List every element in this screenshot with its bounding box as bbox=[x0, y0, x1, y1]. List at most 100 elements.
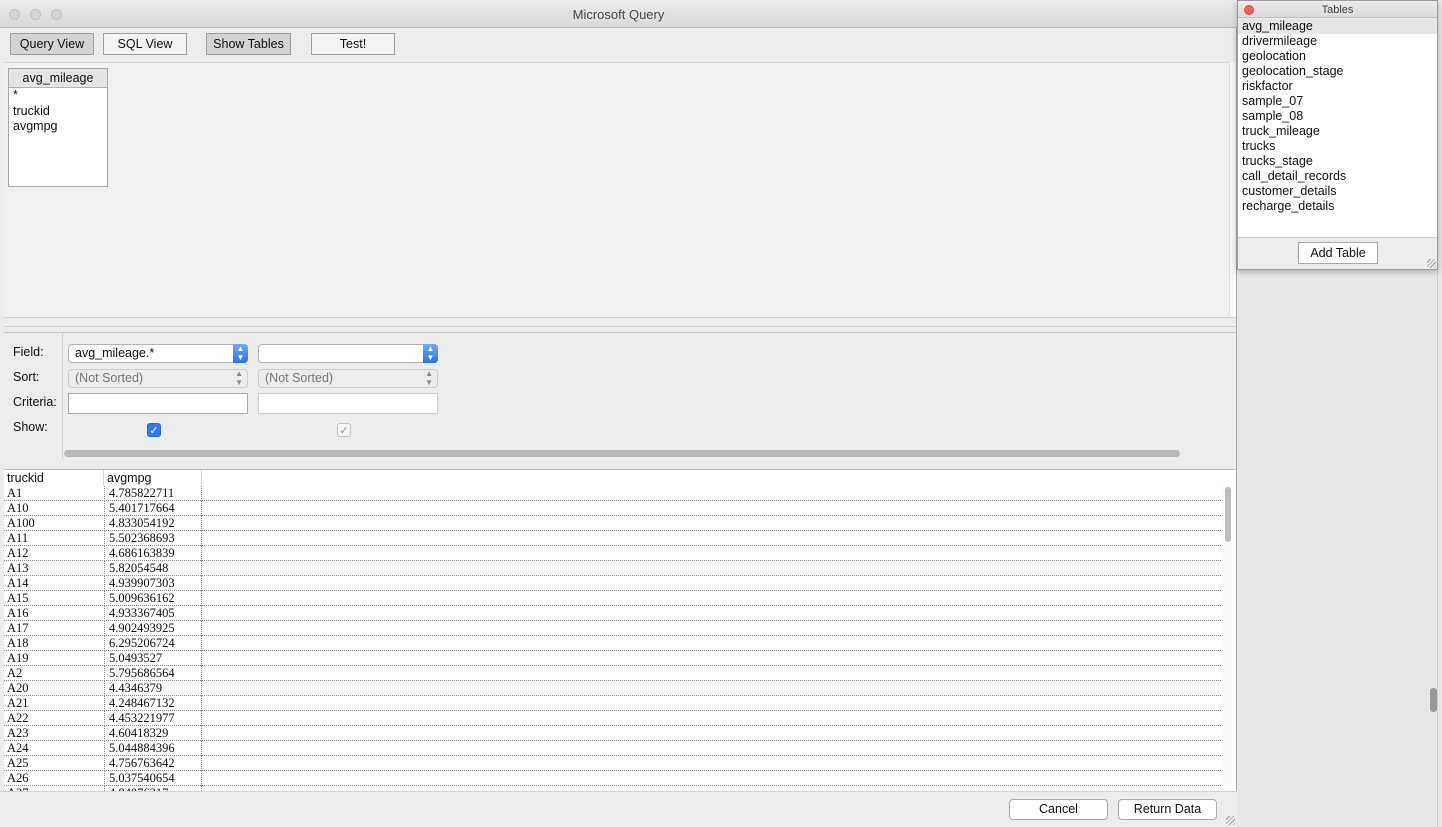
table-row[interactable]: A2 5.795686564 bbox=[4, 666, 1221, 681]
table-row[interactable]: A14 4.939907303 bbox=[4, 576, 1221, 591]
cancel-button[interactable]: Cancel bbox=[1009, 799, 1108, 820]
sort-select-1[interactable]: (Not Sorted) ▲ ▼ bbox=[68, 369, 248, 388]
table-row[interactable]: A26 5.037540654 bbox=[4, 771, 1221, 786]
tables-list-item[interactable]: truck_mileage bbox=[1238, 124, 1437, 139]
resize-grip-icon[interactable] bbox=[1226, 816, 1235, 825]
table-field-avgmpg[interactable]: avgmpg bbox=[13, 119, 57, 134]
show-checkbox-1[interactable]: ✓ bbox=[147, 423, 161, 437]
cell-truckid: A21 bbox=[7, 696, 29, 710]
tables-list-item[interactable]: geolocation_stage bbox=[1238, 64, 1437, 79]
sort-select-2-value: (Not Sorted) bbox=[265, 371, 334, 385]
cell-avgmpg: 6.295206724 bbox=[104, 636, 202, 651]
cell-avgmpg: 4.60418329 bbox=[104, 726, 202, 741]
field-select-2[interactable]: ▲ ▼ bbox=[258, 344, 438, 363]
show-tables-button[interactable]: Show Tables bbox=[206, 33, 291, 55]
table-row[interactable]: A1 4.785822711 bbox=[4, 486, 1221, 501]
tables-panel-title: Tables bbox=[1321, 4, 1354, 16]
column-header-truckid[interactable]: truckid bbox=[4, 470, 104, 485]
cell-avgmpg: 4.248467132 bbox=[104, 696, 202, 711]
table-field-star[interactable]: * bbox=[13, 88, 18, 103]
minimize-window-icon[interactable] bbox=[30, 9, 41, 20]
select-arrows-icon: ▲ ▼ bbox=[425, 369, 433, 387]
field-select-1[interactable]: avg_mileage.* ▲ ▼ bbox=[68, 344, 248, 363]
cell-truckid: A15 bbox=[7, 591, 29, 605]
cell-avgmpg: 5.401717664 bbox=[104, 501, 202, 516]
table-row[interactable]: A16 4.933367405 bbox=[4, 606, 1221, 621]
tables-list: avg_mileage drivermileage geolocation geolo… bbox=[1238, 19, 1437, 238]
query-area-scrollbar[interactable] bbox=[1229, 62, 1236, 317]
cell-truckid: A18 bbox=[7, 636, 29, 650]
table-row[interactable]: A22 4.453221977 bbox=[4, 711, 1221, 726]
tables-list-item[interactable]: sample_08 bbox=[1238, 109, 1437, 124]
add-table-button[interactable]: Add Table bbox=[1298, 242, 1378, 264]
table-row[interactable]: A12 4.686163839 bbox=[4, 546, 1221, 561]
tables-list-item[interactable]: avg_mileage bbox=[1238, 19, 1437, 34]
tables-list-item[interactable]: recharge_details bbox=[1238, 199, 1437, 214]
table-row[interactable]: A15 5.009636162 bbox=[4, 591, 1221, 606]
tables-list-item[interactable]: customer_details bbox=[1238, 184, 1437, 199]
window-titlebar: Microsoft Query bbox=[0, 0, 1237, 28]
tables-list-item[interactable]: trucks_stage bbox=[1238, 154, 1437, 169]
window-title: Microsoft Query bbox=[572, 7, 665, 22]
table-row[interactable]: A18 6.295206724 bbox=[4, 636, 1221, 651]
results-header: truckid avgmpg bbox=[4, 470, 1236, 486]
column-header-avgmpg[interactable]: avgmpg bbox=[104, 470, 202, 485]
show-checkbox-2[interactable]: ✓ bbox=[337, 423, 351, 437]
table-row[interactable]: A10 5.401717664 bbox=[4, 501, 1221, 516]
table-row[interactable]: A21 4.248467132 bbox=[4, 696, 1221, 711]
tables-list-item[interactable]: trucks bbox=[1238, 139, 1437, 154]
table-row[interactable]: A25 4.756763642 bbox=[4, 756, 1221, 771]
table-row[interactable]: A100 4.833054192 bbox=[4, 516, 1221, 531]
resize-grip-icon[interactable] bbox=[1427, 259, 1436, 268]
query-view-button[interactable]: Query View bbox=[10, 33, 94, 55]
cell-truckid: A24 bbox=[7, 741, 29, 755]
cell-avgmpg: 4.933367405 bbox=[104, 606, 202, 621]
results-scrollbar-thumb[interactable] bbox=[1225, 487, 1231, 542]
sort-select-2[interactable]: (Not Sorted) ▲ ▼ bbox=[258, 369, 438, 388]
test-button[interactable]: Test! bbox=[311, 33, 395, 55]
tables-list-item[interactable]: call_detail_records bbox=[1238, 169, 1437, 184]
table-box-title[interactable]: avg_mileage bbox=[9, 69, 107, 88]
tables-list-item[interactable]: geolocation bbox=[1238, 49, 1437, 64]
cell-avgmpg: 4.902493925 bbox=[104, 621, 202, 636]
cell-truckid: A14 bbox=[7, 576, 29, 590]
close-window-icon[interactable] bbox=[9, 9, 20, 20]
tables-list-item[interactable]: riskfactor bbox=[1238, 79, 1437, 94]
cell-avgmpg: 4.939907303 bbox=[104, 576, 202, 591]
cell-truckid: A2 bbox=[7, 666, 23, 680]
results-table: truckid avgmpg A1 4.785822711 A10 5.4017176… bbox=[4, 469, 1236, 791]
tables-list-item[interactable]: sample_07 bbox=[1238, 94, 1437, 109]
cell-truckid: A20 bbox=[7, 681, 29, 695]
table-box-avg-mileage[interactable]: avg_mileage * truckid avgmpg bbox=[8, 68, 108, 187]
table-row[interactable]: A17 4.902493925 bbox=[4, 621, 1221, 636]
table-row[interactable]: A20 4.4346379 bbox=[4, 681, 1221, 696]
background-scrollbar-thumb[interactable] bbox=[1430, 688, 1437, 712]
tables-list-item[interactable]: drivermileage bbox=[1238, 34, 1437, 49]
table-row[interactable]: A24 5.044884396 bbox=[4, 741, 1221, 756]
cell-truckid: A11 bbox=[7, 531, 29, 545]
criteria-input-2[interactable] bbox=[258, 393, 438, 414]
splitter-bar[interactable] bbox=[4, 317, 1236, 327]
table-row[interactable]: A11 5.502368693 bbox=[4, 531, 1221, 546]
cell-truckid: A10 bbox=[7, 501, 29, 515]
cell-truckid: A100 bbox=[7, 516, 35, 530]
microsoft-query-window: Microsoft Query Query View SQL View Show… bbox=[0, 0, 1237, 827]
cell-avgmpg: 5.82054548 bbox=[104, 561, 202, 576]
table-row[interactable]: A13 5.82054548 bbox=[4, 561, 1221, 576]
criteria-input-1[interactable] bbox=[68, 393, 248, 414]
grid-horizontal-scrollbar[interactable] bbox=[64, 450, 1180, 457]
sql-view-button[interactable]: SQL View bbox=[103, 33, 187, 55]
background-divider bbox=[1437, 270, 1438, 827]
table-row[interactable]: A19 5.0493527 bbox=[4, 651, 1221, 666]
cell-truckid: A26 bbox=[7, 771, 29, 785]
select-arrows-icon: ▲ ▼ bbox=[423, 344, 438, 363]
table-field-truckid[interactable]: truckid bbox=[13, 104, 50, 119]
zoom-window-icon[interactable] bbox=[51, 9, 62, 20]
return-data-button[interactable]: Return Data bbox=[1118, 799, 1217, 820]
close-icon[interactable] bbox=[1244, 5, 1254, 15]
sort-label: Sort: bbox=[13, 370, 40, 384]
query-design-area[interactable] bbox=[4, 62, 1229, 317]
table-row[interactable]: A23 4.60418329 bbox=[4, 726, 1221, 741]
cell-avgmpg: 5.009636162 bbox=[104, 591, 202, 606]
cell-avgmpg: 5.0493527 bbox=[104, 651, 202, 666]
